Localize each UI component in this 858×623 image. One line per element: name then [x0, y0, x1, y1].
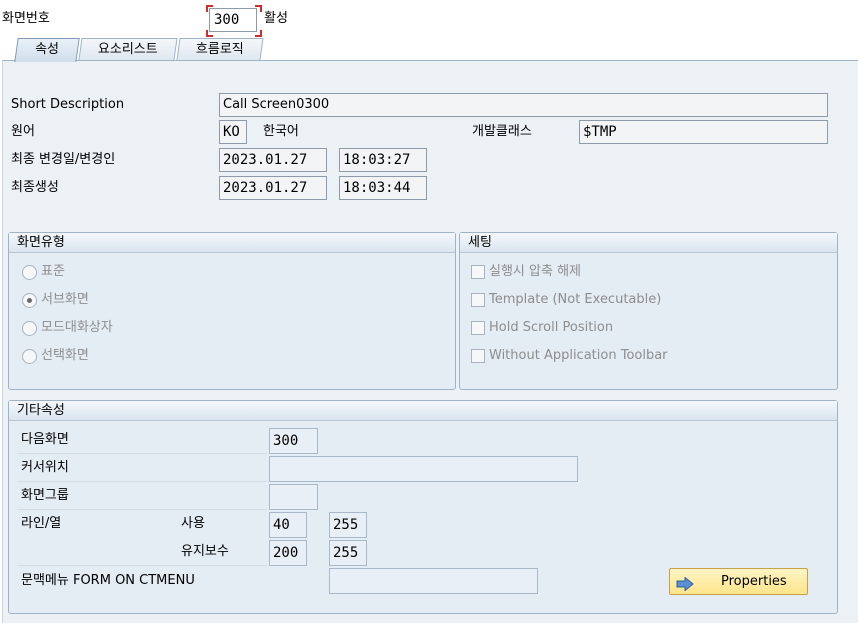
- row-divider: [17, 481, 267, 482]
- maintenance-columns-field[interactable]: 255: [329, 540, 367, 566]
- settings-group: 세팅: [459, 232, 838, 390]
- tab-strip: 속성 요소리스트 흐름로직: [0, 38, 858, 62]
- screen-number-field[interactable]: 300: [209, 8, 257, 32]
- used-lines-field[interactable]: 40: [269, 512, 307, 538]
- tab-attributes-label: 속성: [35, 42, 60, 57]
- dev-class-label: 개발클래스: [472, 124, 532, 139]
- arrow-right-icon: [676, 575, 694, 600]
- language-name: 한국어: [263, 124, 299, 139]
- focus-corner-br: [255, 30, 262, 37]
- dev-class-field[interactable]: $TMP: [579, 120, 828, 144]
- radio-standard[interactable]: [22, 265, 37, 280]
- screen-type-title: 화면유형: [9, 233, 455, 253]
- radio-selection-screen[interactable]: [22, 349, 37, 364]
- radio-selection-screen-label: 선택화면: [41, 348, 89, 363]
- checkbox-release-compression[interactable]: [471, 265, 485, 279]
- tab-element-list[interactable]: 요소리스트: [78, 38, 178, 60]
- maintenance-label: 유지보수: [181, 544, 229, 559]
- last-changed-time-field[interactable]: 18:03:27: [339, 148, 427, 172]
- short-description-field[interactable]: Call Screen0300: [219, 93, 828, 117]
- settings-title: 세팅: [460, 233, 837, 253]
- cursor-position-label: 커서위치: [21, 460, 69, 475]
- focus-corner-tr: [255, 5, 262, 12]
- row-divider: [17, 509, 267, 510]
- focus-corner-tl: [206, 5, 213, 12]
- screen-group-label: 화면그룹: [21, 488, 69, 503]
- checkbox-template[interactable]: [471, 293, 485, 307]
- tab-element-list-label: 요소리스트: [98, 42, 158, 57]
- next-screen-field[interactable]: 300: [269, 428, 318, 454]
- language-code-field[interactable]: KO: [219, 120, 247, 144]
- next-screen-label: 다음화면: [21, 432, 69, 447]
- checkbox-without-toolbar[interactable]: [471, 349, 485, 363]
- context-menu-field[interactable]: [329, 568, 538, 594]
- radio-modal-dialog[interactable]: [22, 321, 37, 336]
- checkbox-release-compression-label: 실행시 압축 해제: [489, 264, 581, 279]
- cursor-position-field[interactable]: [269, 456, 578, 482]
- tab-flow-logic[interactable]: 흐름로직: [176, 38, 264, 60]
- last-changed-date-field[interactable]: 2023.01.27: [219, 148, 327, 172]
- tab-attributes[interactable]: 속성: [14, 38, 80, 62]
- radio-modal-dialog-label: 모드대화상자: [41, 320, 113, 335]
- screen-header: 화면번호 300 활성: [0, 0, 858, 38]
- last-generated-label: 최종생성: [11, 180, 59, 195]
- used-columns-field[interactable]: 255: [329, 512, 367, 538]
- status-label: 활성: [264, 11, 288, 26]
- last-generated-time-field[interactable]: 18:03:44: [339, 176, 427, 200]
- focus-corner-bl: [206, 30, 213, 37]
- language-label: 원어: [11, 124, 35, 139]
- checkbox-without-toolbar-label: Without Application Toolbar: [489, 348, 668, 363]
- screen-number-label: 화면번호: [2, 11, 50, 26]
- tab-flow-logic-label: 흐름로직: [196, 42, 244, 57]
- properties-button[interactable]: Properties: [669, 568, 808, 595]
- maintenance-lines-field[interactable]: 200: [269, 540, 307, 566]
- row-divider: [17, 453, 267, 454]
- used-label: 사용: [181, 516, 205, 531]
- lines-columns-label: 라인/열: [21, 516, 62, 531]
- row-divider: [17, 565, 267, 566]
- last-changed-label: 최종 변경일/변경인: [11, 152, 116, 167]
- checkbox-template-label: Template (Not Executable): [489, 292, 662, 307]
- radio-standard-label: 표준: [41, 264, 65, 279]
- screen-group-field[interactable]: [269, 484, 318, 510]
- other-attributes-title: 기타속성: [9, 401, 837, 421]
- context-menu-label: 문맥메뉴 FORM ON CTMENU: [21, 573, 195, 588]
- last-generated-date-field[interactable]: 2023.01.27: [219, 176, 327, 200]
- properties-button-label: Properties: [721, 574, 787, 589]
- screen-type-group: 화면유형: [8, 232, 456, 390]
- radio-subscreen-label: 서브화면: [41, 292, 89, 307]
- checkbox-hold-scroll[interactable]: [471, 321, 485, 335]
- checkbox-hold-scroll-label: Hold Scroll Position: [489, 320, 614, 335]
- short-description-label: Short Description: [11, 97, 125, 112]
- radio-subscreen[interactable]: [22, 293, 37, 308]
